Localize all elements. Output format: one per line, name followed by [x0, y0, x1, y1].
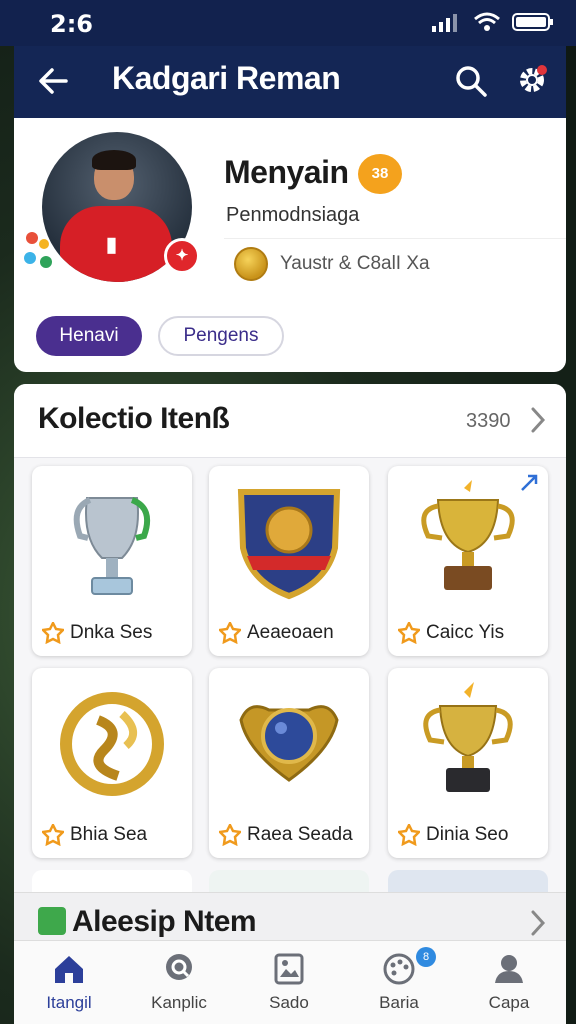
search-globe-icon: [166, 954, 192, 980]
nav-label: Sado: [269, 993, 309, 1012]
section-icon: [38, 907, 66, 935]
dark-gold-trophy-icon: [423, 682, 513, 792]
bottom-nav: Itangil Kanplic Sado 8 Baria Capa: [14, 940, 566, 1024]
gear-icon[interactable]: [514, 62, 550, 98]
battery-icon: [512, 13, 553, 31]
gear-badge-icon: [398, 622, 420, 644]
coin-icon: [234, 247, 268, 281]
status-bar: 2:6: [0, 0, 576, 46]
nav-item-profile[interactable]: Capa: [454, 941, 564, 1024]
chevron-right-icon[interactable]: [528, 406, 548, 434]
item-card[interactable]: Bhia Sea: [32, 668, 192, 858]
nav-item-home[interactable]: Itangil: [14, 941, 124, 1024]
item-card[interactable]: Aeaeoaen: [209, 466, 369, 656]
back-arrow-icon[interactable]: [36, 64, 70, 98]
item-label: Bhia Sea: [70, 824, 148, 845]
collection-panel: Kolectio Itenß 3390 Dnka Ses Aeaeoaen Ca…: [14, 384, 566, 944]
item-label: Raea Seada: [247, 824, 353, 845]
color-splash-icon: [24, 232, 52, 268]
collection-header[interactable]: Kolectio Itenß 3390: [14, 384, 566, 458]
coin-stat-row: Yaustr & C8alI Xa: [224, 238, 566, 288]
chevron-right-icon[interactable]: [528, 909, 548, 937]
home-icon: [55, 956, 83, 983]
gold-trophy-icon: [421, 480, 515, 590]
collection-count: 3390: [466, 410, 511, 432]
wifi-icon: [474, 12, 500, 31]
avatar-badge-icon: ✦: [164, 238, 200, 274]
item-label: Caicc Yis: [426, 622, 505, 643]
signal-icon: [432, 14, 457, 32]
item-card[interactable]: Dnka Ses: [32, 466, 192, 656]
image-icon: [274, 953, 304, 985]
page-title: Kadgari Reman: [112, 60, 341, 96]
item-label: Aeaeoaen: [247, 622, 334, 643]
item-card[interactable]: Raea Seada: [209, 668, 369, 858]
search-icon[interactable]: [454, 64, 488, 98]
nav-label: Kanplic: [151, 993, 207, 1012]
item-card[interactable]: Dinia Seo: [388, 668, 548, 858]
gear-badge-icon: [398, 824, 420, 846]
gear-badge-icon: [219, 824, 241, 846]
gear-badge-icon: [219, 622, 241, 644]
item-label: Dinia Seo: [426, 824, 509, 845]
nav-item-palette[interactable]: 8 Baria: [344, 941, 454, 1024]
player-name: Menyain: [224, 154, 349, 190]
player-hair: [92, 150, 136, 170]
player-subtitle: Penmodnsiaga: [226, 204, 360, 226]
section-header-row[interactable]: Aleesip Ntem: [14, 892, 566, 944]
nav-label: Itangil: [46, 993, 92, 1012]
gear-badge-icon: [42, 824, 64, 846]
profile-card: ▮ ✦ Menyain 38 Penmodnsiaga Yaustr & C8a…: [14, 118, 566, 372]
secondary-pill-button[interactable]: Pengens: [158, 316, 284, 356]
status-icons: [432, 12, 554, 32]
silver-trophy-icon: [73, 497, 150, 595]
item-label: Dnka Ses: [70, 622, 153, 643]
gold-ring-emblem-icon: [60, 692, 164, 796]
status-time: 2:6: [50, 10, 93, 38]
collection-title: Kolectio Itenß: [38, 402, 230, 435]
item-card[interactable]: Caicc Yis: [388, 466, 548, 656]
section-title: Aleesip Ntem: [72, 905, 257, 938]
person-icon: [495, 955, 523, 983]
jersey-number-glyph: ▮: [106, 234, 118, 256]
nav-label: Baria: [379, 993, 419, 1012]
shield-crest-icon: [237, 489, 341, 600]
level-badge: 38: [358, 154, 402, 194]
palette-icon: [383, 953, 415, 985]
gear-badge-icon: [42, 622, 64, 644]
nav-item-explore[interactable]: Kanplic: [124, 941, 234, 1024]
blue-gem-ring-icon: [239, 705, 339, 782]
nav-label: Capa: [488, 993, 530, 1012]
notification-badge: 8: [416, 947, 436, 967]
coin-stat-text: Yaustr & C8alI Xa: [280, 253, 430, 274]
primary-pill-button[interactable]: Henavi: [36, 316, 142, 356]
nav-item-gallery[interactable]: Sado: [234, 941, 344, 1024]
app-bar: Kadgari Reman: [14, 46, 566, 118]
